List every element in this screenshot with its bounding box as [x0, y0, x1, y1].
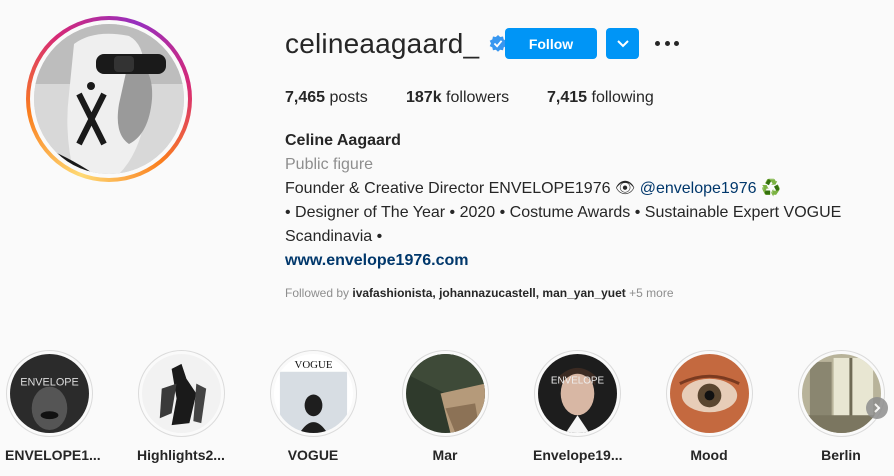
- profile-header: celineaagaard_: [285, 28, 507, 60]
- highlight-ring: [665, 350, 753, 437]
- bio-line-1: Founder & Creative Director ENVELOPE1976…: [285, 177, 845, 201]
- highlight-item[interactable]: Highlights2...: [137, 350, 225, 463]
- highlight-cover-text: VOGUE: [294, 359, 332, 371]
- profile-username: celineaagaard_: [285, 28, 480, 59]
- highlight-cover-text: ENVELOPE: [20, 377, 79, 389]
- followed-by-prefix: Followed by: [285, 286, 350, 300]
- chevron-down-icon: [616, 39, 629, 47]
- followers-count: 187k: [406, 89, 442, 106]
- follow-button[interactable]: Follow: [505, 28, 597, 59]
- recycle-icon: ♻️: [760, 180, 781, 197]
- highlight-label: VOGUE: [287, 447, 339, 463]
- bio-mention-link[interactable]: @envelope1976: [640, 180, 757, 197]
- avatar[interactable]: [34, 24, 184, 174]
- highlight-cover: ENVELOPE: [9, 354, 89, 433]
- highlight-cover-text: ENVELOPE: [550, 376, 604, 387]
- avatar-inner: [30, 20, 188, 178]
- stat-posts: 7,465 posts: [285, 89, 406, 107]
- stat-following[interactable]: 7,415 following: [547, 89, 654, 107]
- highlight-cover: [405, 354, 485, 433]
- highlight-ring: ENVELOPE: [533, 350, 621, 437]
- stat-followers[interactable]: 187k followers: [406, 89, 547, 107]
- profile-full-name: Celine Aagaard: [285, 132, 401, 149]
- highlight-ring: [797, 350, 885, 437]
- highlight-cover: [141, 354, 221, 433]
- highlight-ring: [137, 350, 225, 437]
- avatar-photo-image: [34, 24, 184, 174]
- story-highlights: ENVELOPE ENVELOPE1... Highlights2... VOG…: [0, 350, 894, 476]
- following-count: 7,415: [547, 89, 588, 106]
- profile-avatar-ring[interactable]: [26, 16, 192, 182]
- posts-count: 7,465: [285, 89, 326, 106]
- dot: [674, 40, 679, 46]
- highlight-label: Highlights2...: [137, 447, 225, 463]
- bio-line-1-text: Founder & Creative Director ENVELOPE1976…: [285, 180, 636, 197]
- more-options-icon[interactable]: [655, 36, 679, 50]
- chevron-right-icon: [874, 403, 881, 413]
- profile-category: Public figure: [285, 156, 374, 173]
- highlight-cover: VOGUE: [273, 354, 353, 433]
- highlight-label: Mar: [432, 447, 458, 463]
- highlight-cover: [669, 354, 749, 433]
- bio-website-link[interactable]: www.envelope1976.com: [285, 252, 468, 269]
- followed-by-more: +5 more: [629, 286, 674, 300]
- followed-by[interactable]: Followed by ivafashionista, johannazucas…: [285, 286, 674, 300]
- profile-bio: Celine Aagaard Public figure Founder & C…: [285, 129, 845, 273]
- highlight-item[interactable]: Mar: [401, 350, 489, 463]
- bio-line-2: • Designer of The Year • 2020 • Costume …: [285, 204, 842, 221]
- suggested-dropdown-button[interactable]: [606, 28, 639, 59]
- highlight-item[interactable]: ENVELOPE Envelope19...: [533, 350, 623, 463]
- highlight-item[interactable]: Mood: [665, 350, 753, 463]
- highlight-item[interactable]: VOGUE VOGUE: [269, 350, 357, 463]
- followed-by-names: ivafashionista, johannazucastell, man_ya…: [352, 286, 626, 300]
- highlight-cover: ENVELOPE: [537, 354, 617, 433]
- highlight-ring: [401, 350, 489, 437]
- bio-line-3: Scandinavia •: [285, 228, 383, 245]
- dot: [664, 40, 670, 46]
- highlight-label: Berlin: [821, 447, 861, 463]
- highlight-label: Envelope19...: [533, 447, 623, 463]
- posts-label: posts: [329, 89, 368, 106]
- followers-label: followers: [446, 89, 510, 106]
- highlight-cover: [801, 354, 881, 433]
- highlights-next-button[interactable]: [866, 397, 888, 419]
- following-label: following: [591, 89, 654, 106]
- highlight-label: ENVELOPE1...: [5, 447, 101, 463]
- dot: [655, 40, 660, 46]
- highlight-label: Mood: [690, 447, 728, 463]
- profile-stats: 7,465 posts 187k followers 7,415 followi…: [285, 89, 654, 107]
- highlight-ring: VOGUE: [269, 350, 357, 437]
- highlight-item[interactable]: ENVELOPE ENVELOPE1...: [5, 350, 101, 463]
- highlight-ring: ENVELOPE: [5, 350, 93, 437]
